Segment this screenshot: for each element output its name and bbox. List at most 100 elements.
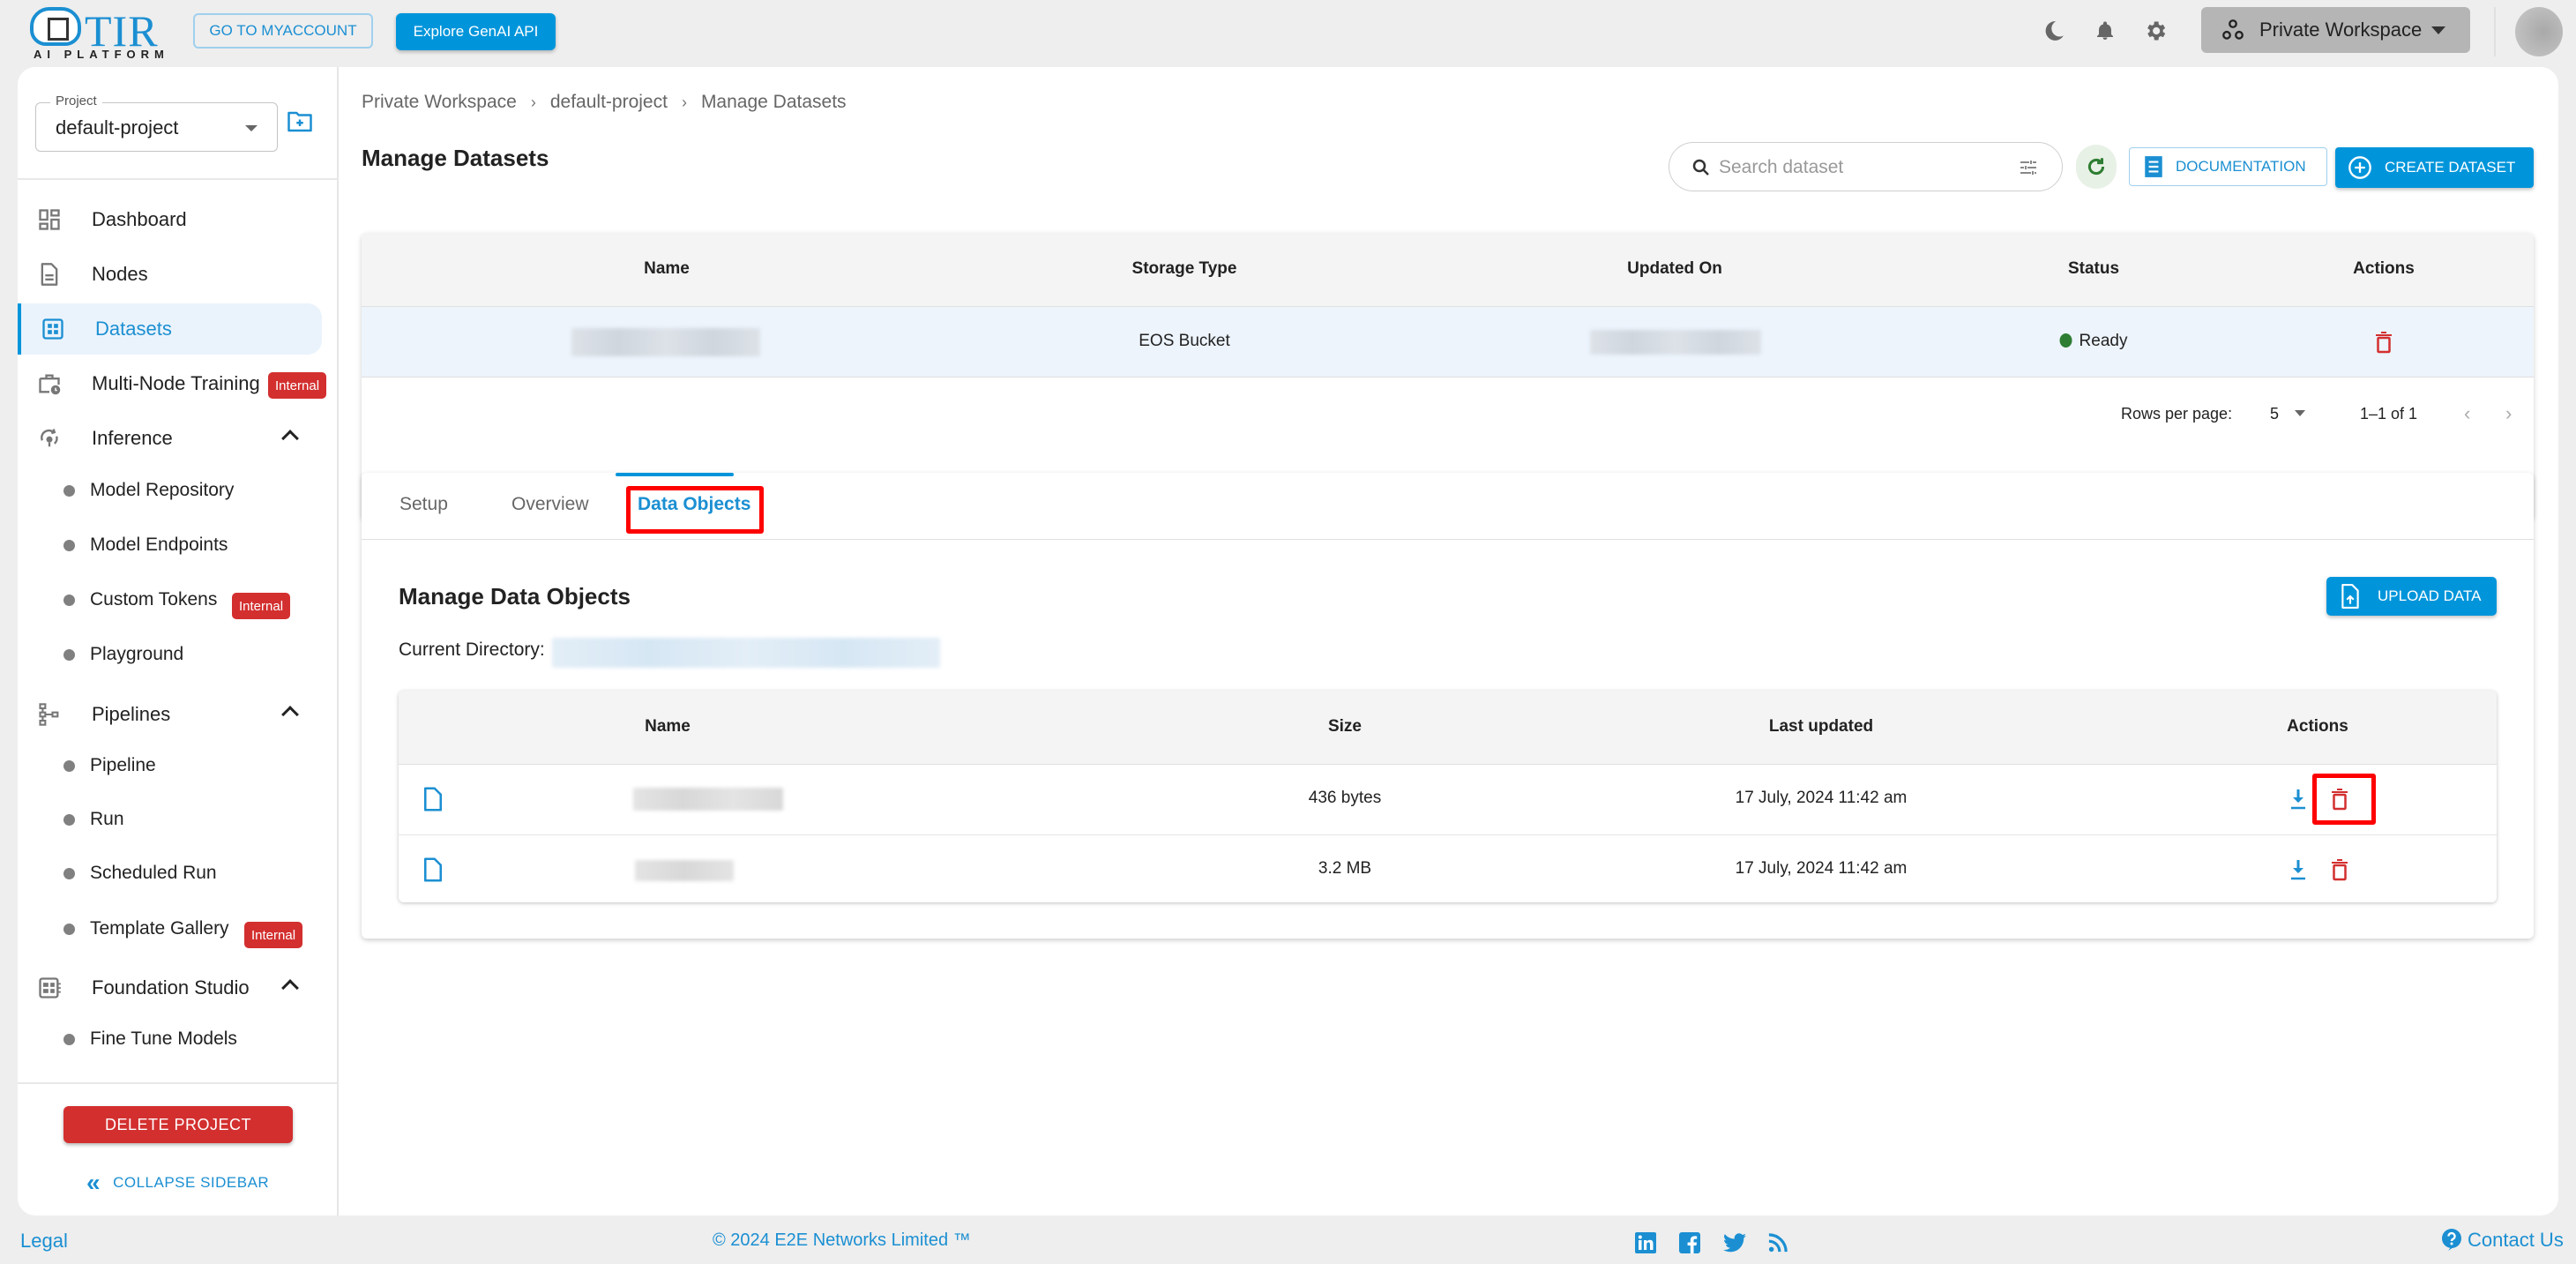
project-label: Project [50,93,102,108]
sidebar-item-fine-tune-models[interactable]: Fine Tune Models [18,1017,322,1061]
column-header-name[interactable]: Name [644,259,690,279]
current-directory: Current Directory: [399,639,545,661]
sidebar-item-playground[interactable]: Playground [18,632,322,677]
current-directory-path-redacted[interactable] [552,638,940,668]
pagination-range: 1–1 of 1 [2360,405,2418,423]
tir-logo[interactable]: TIR AI PLATFORM [30,6,164,61]
filter-tune-icon[interactable] [2018,157,2039,178]
facebook-icon[interactable] [1678,1231,1701,1254]
chevron-up-icon[interactable] [281,706,299,723]
file-icon [423,857,443,882]
table-row[interactable]: 436 bytes 17 July, 2024 11:42 am [399,765,2497,835]
sidebar-item-label: Inference [92,427,173,449]
refresh-icon [2087,158,2105,176]
sidebar-item-pipelines[interactable]: Pipelines [18,689,322,740]
chevron-down-icon [2431,26,2445,34]
moon-icon[interactable] [2039,16,2069,46]
sidebar-item-inference[interactable]: Inference [18,413,322,464]
file-icon [423,787,443,812]
tab-setup[interactable]: Setup [399,494,448,515]
sidebar-item-label: Pipelines [92,703,171,725]
bullet-icon [63,595,75,606]
collapse-sidebar-button[interactable]: « COLLAPSE SIDEBAR [86,1170,269,1196]
rows-per-page-select[interactable]: 5 [2270,405,2306,423]
bullet-icon [63,540,75,551]
sidebar-item-label: Datasets [95,318,172,340]
sidebar-item-nodes[interactable]: Nodes [18,249,322,300]
delete-dataset-button[interactable] [2372,329,2395,355]
linkedin-icon[interactable] [1634,1231,1657,1254]
twitter-icon[interactable] [1723,1231,1746,1254]
pipeline-icon [39,703,59,726]
download-button[interactable] [2287,856,2310,883]
sidebar-item-model-endpoints[interactable]: Model Endpoints [18,523,322,567]
tab-bar: Setup Overview Data Objects [362,473,2534,540]
project-select[interactable]: Project default-project [35,93,278,152]
workspace-switcher[interactable]: Private Workspace [2201,7,2470,53]
main-content: Private Workspace › default-project › Ma… [339,67,2558,1215]
prev-page-icon[interactable]: ‹ [2464,402,2470,425]
gear-icon[interactable] [2140,16,2170,46]
refresh-button[interactable] [2076,145,2117,189]
column-header-size[interactable]: Size [1328,717,1362,737]
sidebar-item-run[interactable]: Run [18,797,322,841]
column-header-storage-type[interactable]: Storage Type [1132,259,1237,279]
column-header-updated-on[interactable]: Updated On [1627,259,1722,279]
table-row[interactable]: 3.2 MB 17 July, 2024 11:42 am [399,835,2497,902]
file-name-redacted[interactable] [633,788,783,811]
rows-per-page-value: 5 [2270,405,2280,423]
chevron-down-icon [2295,410,2306,416]
help-icon [2442,1229,2461,1251]
dataset-name-redacted[interactable] [571,328,760,356]
file-name-redacted[interactable] [635,860,734,881]
column-header-last-updated[interactable]: Last updated [1769,717,1873,737]
bullet-icon [63,924,75,935]
table-header: Name Size Last updated Actions [399,691,2497,765]
contact-us-label: Contact Us [2468,1229,2564,1251]
divider [18,178,338,180]
rows-per-page-label: Rows per page: [2121,405,2233,423]
next-page-icon[interactable]: › [2505,402,2512,425]
explore-genai-api-button[interactable]: Explore GenAI API [396,13,556,50]
delete-project-button[interactable]: DELETE PROJECT [63,1106,293,1143]
file-upload-icon [2341,584,2359,609]
download-button[interactable] [2287,786,2310,812]
sidebar-item-label: Scheduled Run [90,863,217,883]
chevron-up-icon[interactable] [281,430,299,447]
sidebar-item-label: Custom Tokens [90,589,218,610]
chevron-up-icon[interactable] [281,979,299,997]
search-dataset-field[interactable] [1669,142,2063,191]
sidebar-item-pipeline[interactable]: Pipeline [18,744,322,788]
rss-icon[interactable] [1766,1231,1789,1254]
file-last-updated: 17 July, 2024 11:42 am [1735,789,1908,807]
documentation-button[interactable]: DOCUMENTATION [2129,147,2327,186]
bell-icon[interactable] [2090,16,2120,46]
column-header-name[interactable]: Name [645,717,691,737]
breadcrumb-item[interactable]: Private Workspace [362,92,517,113]
sidebar-item-custom-tokens[interactable]: Custom Tokens Internal [18,578,322,622]
search-dataset-input[interactable] [1719,153,1983,182]
sidebar-item-model-repository[interactable]: Model Repository [18,468,322,512]
sidebar-item-label: Model Endpoints [90,535,228,555]
avatar[interactable] [2515,7,2563,56]
sidebar-item-multi-node-training[interactable]: Multi-Node Training Internal [18,358,327,409]
sidebar-item-foundation-studio[interactable]: Foundation Studio [18,962,322,1013]
updated-on-redacted [1590,330,1761,355]
create-dataset-button[interactable]: CREATE DATASET [2335,147,2534,188]
go-to-myaccount-button[interactable]: GO TO MYACCOUNT [193,13,373,49]
sidebar-item-datasets[interactable]: Datasets [18,303,322,355]
legal-link[interactable]: Legal [20,1230,68,1253]
chevron-down-icon [245,125,258,131]
contact-us-link[interactable]: Contact Us [2441,1229,2564,1252]
sidebar-item-dashboard[interactable]: Dashboard [18,194,322,245]
sidebar-item-template-gallery[interactable]: Template Gallery Internal [18,907,322,951]
add-folder-icon[interactable] [287,109,315,138]
tab-overview[interactable]: Overview [511,494,589,515]
sidebar-item-label: Dashboard [92,208,187,230]
delete-file-button[interactable] [2328,856,2351,883]
breadcrumb-item[interactable]: default-project [550,92,668,113]
table-row[interactable]: EOS Bucket Ready [362,307,2534,378]
upload-data-button[interactable]: UPLOAD DATA [2326,577,2497,616]
sidebar-item-scheduled-run[interactable]: Scheduled Run [18,851,322,895]
sidebar-item-label: Template Gallery [90,918,229,939]
